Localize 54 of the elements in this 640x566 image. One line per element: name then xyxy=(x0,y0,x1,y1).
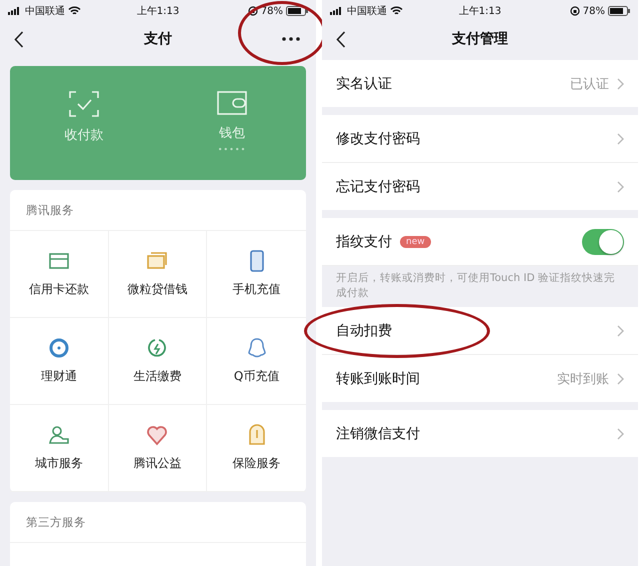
settings-row[interactable]: 自动扣费 xyxy=(322,307,638,354)
rotation-lock-icon xyxy=(570,6,580,16)
service-tile[interactable]: 保险服务 xyxy=(207,405,306,492)
chevron-icon xyxy=(617,372,624,385)
hidden-balance: ••••• xyxy=(218,145,246,154)
service-icon xyxy=(48,337,70,359)
signal-icon xyxy=(8,7,22,15)
battery-icon xyxy=(286,6,308,16)
row-label: 指纹支付 xyxy=(336,232,392,250)
signal-icon xyxy=(330,7,344,15)
service-icon xyxy=(146,250,168,272)
service-icon xyxy=(146,337,168,359)
service-icon xyxy=(146,424,168,446)
chevron-icon xyxy=(617,180,624,192)
chevron-icon xyxy=(617,428,624,440)
section-title: 腾讯服务 xyxy=(10,190,306,231)
back-icon[interactable] xyxy=(14,31,24,48)
back-icon[interactable] xyxy=(336,31,346,48)
service-tile[interactable]: 城市服务 xyxy=(10,405,109,492)
battery-percent: 78% xyxy=(260,6,283,16)
battery-icon xyxy=(608,6,630,16)
chevron-icon xyxy=(617,324,624,337)
settings-row[interactable]: 转账到账时间 实时到账 xyxy=(322,355,638,402)
wifi-icon xyxy=(390,6,403,16)
service-tile[interactable]: 理财通 xyxy=(10,318,109,405)
hint-text: 开启后，转账或消费时，可使用Touch ID 验证指纹快速完成付款 xyxy=(322,266,638,308)
section-title: 第三方服务 xyxy=(10,502,306,543)
chevron-icon xyxy=(617,78,624,90)
service-tile[interactable]: 手机充值 xyxy=(207,231,306,318)
page-title: 支付 xyxy=(144,30,172,48)
service-icon xyxy=(48,250,70,272)
page-title: 支付管理 xyxy=(452,30,508,48)
service-tile[interactable]: 微粒贷借钱 xyxy=(108,231,208,318)
more-icon[interactable] xyxy=(282,37,300,41)
chevron-icon xyxy=(617,132,624,144)
status-time: 上午1:13 xyxy=(458,4,502,18)
new-badge: new xyxy=(400,236,431,248)
service-icon xyxy=(246,337,268,359)
carrier-name: 中国联通 xyxy=(25,4,65,18)
wifi-icon xyxy=(68,6,81,16)
settings-row[interactable]: 注销微信支付 xyxy=(322,410,638,458)
fingerprint-toggle[interactable] xyxy=(582,228,624,254)
service-tile[interactable]: 腾讯公益 xyxy=(108,405,208,492)
service-tile[interactable]: 信用卡还款 xyxy=(10,231,109,318)
rotation-lock-icon xyxy=(248,6,258,16)
settings-row[interactable]: 修改支付密码 xyxy=(322,115,638,162)
carrier-name: 中国联通 xyxy=(347,4,387,18)
status-time: 上午1:13 xyxy=(136,4,180,18)
service-tile[interactable]: Q币充值 xyxy=(207,318,306,405)
settings-row[interactable]: 实名认证 已认证 xyxy=(322,60,638,107)
settings-row[interactable]: 忘记支付密码 xyxy=(322,163,638,210)
service-icon xyxy=(48,424,70,446)
battery-percent: 78% xyxy=(582,6,605,16)
service-tile[interactable]: 生活缴费 xyxy=(108,318,208,405)
